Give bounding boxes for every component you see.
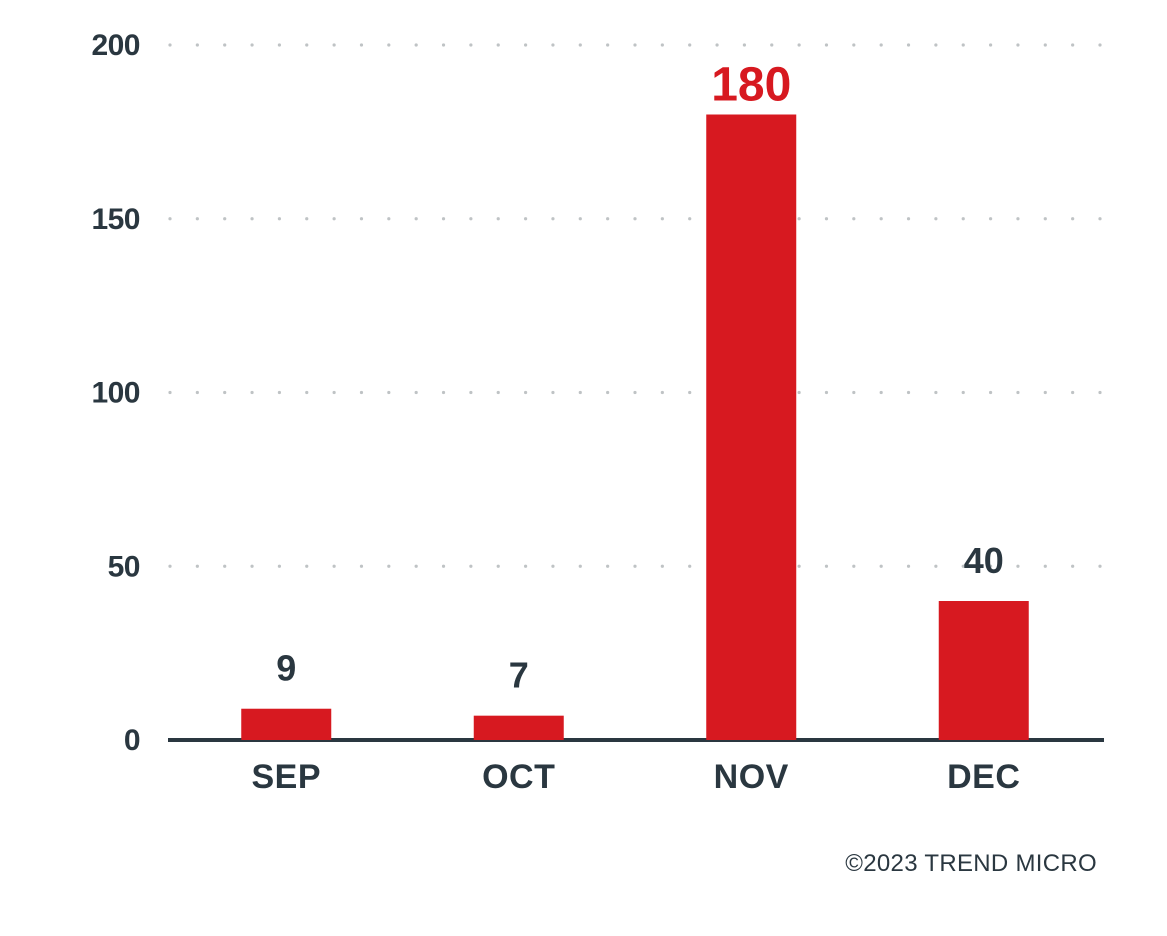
copyright-text: ©2023 TREND MICRO <box>845 850 1097 878</box>
bar-value-label: 7 <box>509 655 529 696</box>
x-tick-label: NOV <box>714 758 789 796</box>
x-tick-label: OCT <box>482 758 555 796</box>
bar <box>241 709 331 740</box>
bar <box>474 716 564 740</box>
bar-value-label: 9 <box>276 648 296 689</box>
x-tick-label: SEP <box>251 758 321 796</box>
y-tick-label: 150 <box>91 203 140 236</box>
y-tick-label: 100 <box>91 377 140 410</box>
bar-chart: 0 50 100 150 200 9 SEP 7 OCT 180 NOV 40 DEC <box>0 0 1167 936</box>
bar-value-label: 40 <box>964 540 1004 581</box>
y-tick-label: 50 <box>108 550 140 583</box>
y-tick-label: 200 <box>91 29 140 62</box>
y-tick-label: 0 <box>124 724 140 757</box>
bar <box>939 601 1029 740</box>
bar-value-label: 180 <box>711 59 791 112</box>
bar <box>706 115 796 741</box>
x-tick-label: DEC <box>947 758 1020 796</box>
chart-container: 0 50 100 150 200 9 SEP 7 OCT 180 NOV 40 DEC ©2023 TR… <box>0 0 1167 936</box>
